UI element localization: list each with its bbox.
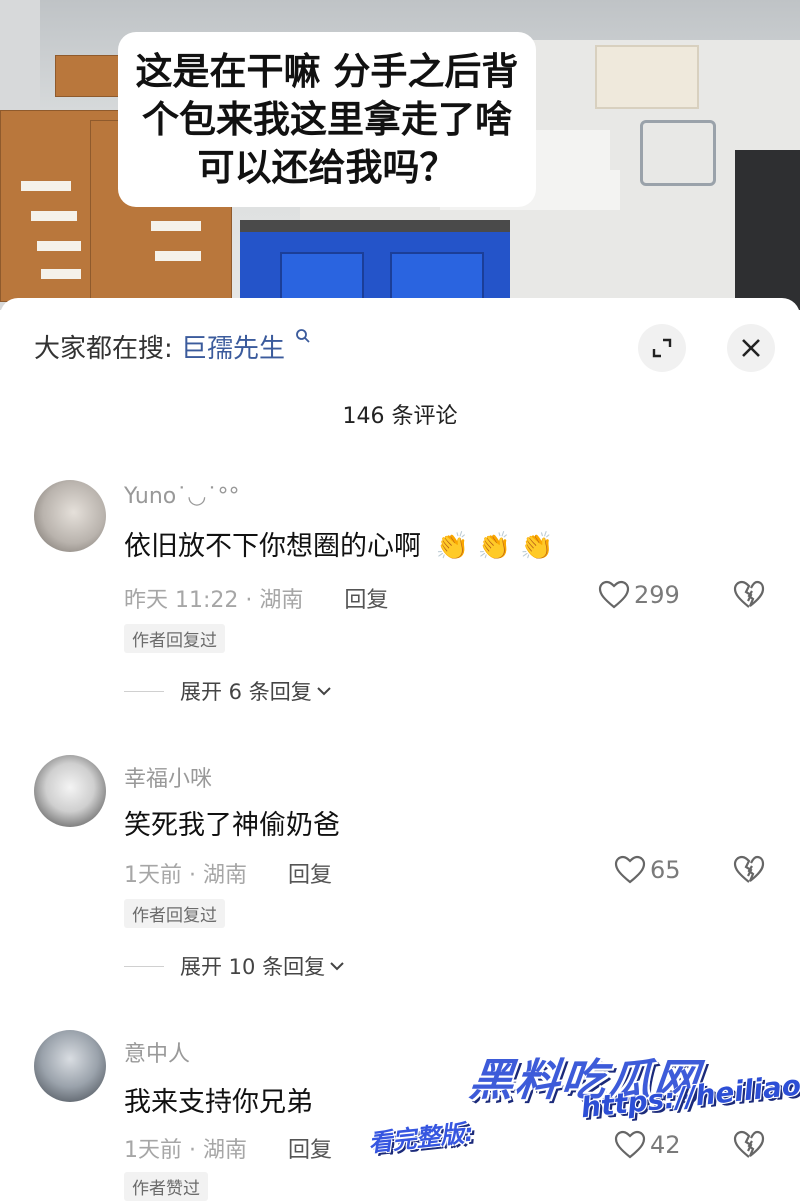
heart-icon <box>614 1130 646 1159</box>
dislike-button[interactable] <box>732 1130 766 1164</box>
author-tag: 作者回复过 <box>124 899 225 928</box>
author-tag: 作者赞过 <box>124 1172 208 1201</box>
broken-heart-icon <box>733 1130 765 1158</box>
video-caption: 这是在干嘛 分手之后背 个包来我这里拿走了啥 可以还给我吗？ <box>118 32 536 207</box>
comment-meta: 昨天 11:22 · 湖南 回复 <box>124 582 388 614</box>
blue-cabinet <box>240 220 510 310</box>
like-count: 299 <box>634 581 680 609</box>
chevron-down-icon <box>330 962 344 971</box>
heart-icon <box>614 855 646 884</box>
comment-username[interactable]: 意中人 <box>124 1036 190 1068</box>
expand-replies[interactable]: 展开 6 条回复 <box>124 676 332 706</box>
like-button[interactable]: 65 <box>614 855 681 885</box>
comment-body: 依旧放不下你想圈的心啊 <box>124 531 421 562</box>
comment-time-location: 1天前 · 湖南 <box>124 863 247 888</box>
chevron-down-icon <box>317 687 331 696</box>
reply-button[interactable]: 回复 <box>344 588 388 613</box>
expand-replies[interactable]: 展开 10 条回复 <box>124 951 345 981</box>
clap-emoji: 👏 👏 👏 <box>435 531 554 562</box>
comment-text: 笑死我了神偷奶爸 <box>124 810 340 841</box>
caption-line: 这是在干嘛 分手之后背 <box>135 49 519 93</box>
like-button[interactable]: 42 <box>614 1130 681 1160</box>
caption-line: 个包来我这里拿走了啥 <box>142 97 512 141</box>
comment-meta: 1天前 · 湖南 回复 <box>124 857 332 889</box>
divider <box>124 965 164 967</box>
comment-time-location: 1天前 · 湖南 <box>124 1138 247 1163</box>
chair <box>640 120 716 186</box>
broken-heart-icon <box>733 580 765 608</box>
expand-replies-label: 展开 6 条回复 <box>180 680 312 704</box>
comment-text: 依旧放不下你想圈的心啊 👏 👏 👏 <box>124 524 554 563</box>
video-frame[interactable]: 这是在干嘛 分手之后背 个包来我这里拿走了啥 可以还给我吗？ <box>0 0 800 310</box>
dislike-button[interactable] <box>732 580 766 614</box>
reply-button[interactable]: 回复 <box>288 863 332 888</box>
trending-search[interactable]: 大家都在搜: 巨孺先生 <box>34 328 311 365</box>
heart-icon <box>598 580 630 609</box>
avatar[interactable] <box>34 1030 106 1102</box>
author-tag: 作者回复过 <box>124 624 225 653</box>
expand-replies-label: 展开 10 条回复 <box>180 955 326 979</box>
dark-furniture <box>735 150 800 310</box>
comment-time-location: 昨天 11:22 · 湖南 <box>124 588 304 613</box>
reply-button[interactable]: 回复 <box>288 1138 332 1163</box>
close-button[interactable] <box>727 324 775 372</box>
divider <box>124 690 164 692</box>
expand-icon <box>652 338 672 358</box>
broken-heart-icon <box>733 855 765 883</box>
caption-line: 可以还给我吗？ <box>197 145 457 189</box>
comment-meta: 1天前 · 湖南 回复 <box>124 1132 332 1164</box>
comment-count: 146 条评论 <box>342 404 458 429</box>
desk <box>595 45 699 109</box>
cardboard-box <box>55 55 127 97</box>
avatar[interactable] <box>34 755 106 827</box>
like-button[interactable]: 299 <box>598 580 680 610</box>
comment-username[interactable]: 幸福小咪 <box>124 761 212 793</box>
trending-search-prefix: 大家都在搜: <box>34 334 173 364</box>
avatar[interactable] <box>34 480 106 552</box>
like-count: 42 <box>650 1131 681 1159</box>
comment-text: 我来支持你兄弟 <box>124 1087 313 1118</box>
trending-search-keyword[interactable]: 巨孺先生 <box>181 334 285 364</box>
search-icon <box>295 328 311 349</box>
expand-button[interactable] <box>638 324 686 372</box>
like-count: 65 <box>650 856 681 884</box>
dislike-button[interactable] <box>732 855 766 889</box>
close-icon <box>742 339 760 357</box>
comment-username[interactable]: Yuno˙◡˙°° <box>124 484 239 509</box>
